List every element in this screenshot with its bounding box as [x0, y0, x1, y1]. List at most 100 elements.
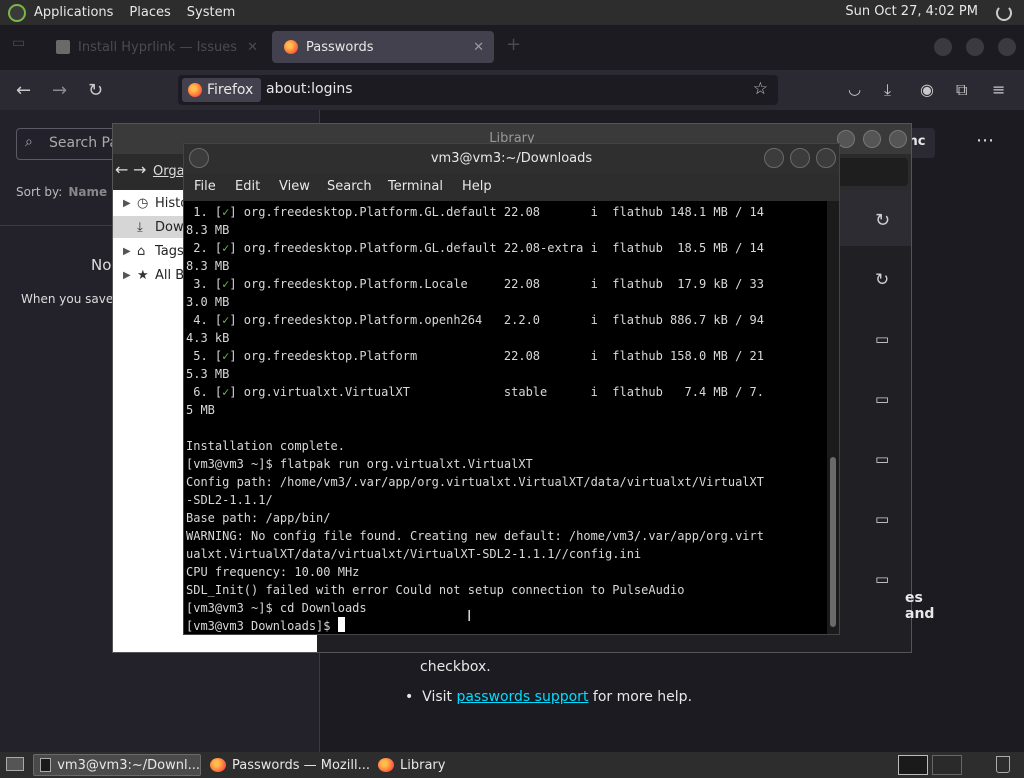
workspace-1[interactable] [898, 755, 928, 775]
forward-icon[interactable]: → [52, 80, 67, 101]
reload-icon[interactable]: ↻ [88, 80, 103, 101]
url-bar[interactable]: Firefox about:logins ☆ [178, 75, 778, 105]
task-terminal[interactable]: vm3@vm3:~/Downl... [33, 754, 201, 776]
list-tabs-icon[interactable]: ▭ [12, 35, 25, 51]
identity-label: Firefox [207, 82, 254, 98]
menu-places[interactable]: Places [121, 5, 178, 20]
folder-icon[interactable]: ▭ [875, 570, 889, 588]
terminal-line: 6. [✓] org.virtualxt.VirtualXT stable i … [186, 383, 826, 401]
close-tab-icon[interactable]: ✕ [473, 40, 484, 55]
menu-system[interactable]: System [179, 5, 243, 20]
bullet: • [405, 689, 423, 705]
visit-suffix: for more help. [588, 689, 693, 705]
folder-icon[interactable]: ▭ [875, 330, 889, 348]
passwords-support-link[interactable]: passwords support [456, 689, 588, 705]
retry-icon[interactable]: ↻ [875, 270, 889, 290]
folder-icon[interactable]: ▭ [875, 510, 889, 528]
terminal-line: 5 MB [186, 401, 826, 419]
github-icon [56, 40, 70, 54]
clock[interactable]: Sun Oct 27, 4:02 PM [845, 4, 978, 19]
menu-file[interactable]: File [194, 179, 216, 194]
menu-search[interactable]: Search [327, 179, 372, 194]
identity-box[interactable]: Firefox [182, 78, 262, 102]
distro-logo-icon[interactable] [8, 3, 26, 22]
downloads-icon[interactable]: ⤓ [884, 80, 891, 100]
terminal-line: -SDL2-1.1.1/ [186, 491, 826, 509]
tab-passwords[interactable]: Passwords ✕ [272, 31, 494, 63]
terminal-cursor [337, 617, 345, 632]
back-icon[interactable]: ← [16, 80, 31, 101]
close-window-button[interactable] [998, 38, 1016, 56]
menu-edit[interactable]: Edit [235, 179, 260, 194]
terminal-line: 8.3 MB [186, 257, 826, 275]
show-desktop-icon[interactable] [6, 757, 24, 771]
terminal-line: [vm3@vm3 ~]$ flatpak run org.virtualxt.V… [186, 455, 826, 473]
line-text: 5 MB [186, 403, 215, 417]
sort-value: Name ( [68, 185, 117, 199]
terminal-window-menu-button[interactable] [189, 148, 209, 168]
terminal-output[interactable]: 1. [✓] org.freedesktop.Platform.GL.defau… [184, 201, 827, 634]
menu-terminal[interactable]: Terminal [388, 179, 443, 194]
tree-label: All B [155, 267, 185, 283]
terminal-scroll-thumb[interactable] [830, 457, 836, 627]
app-menu-icon[interactable]: ≡ [992, 80, 1005, 99]
workspace-2[interactable] [932, 755, 962, 775]
organize-menu[interactable]: Orga [153, 164, 185, 179]
tab-install-hyprlink[interactable]: Install Hyprlink — Issues ✕ [44, 31, 268, 63]
maximize-button[interactable] [966, 38, 984, 56]
visit-prefix: Visit [422, 689, 457, 705]
account-icon[interactable]: ◉ [920, 80, 934, 99]
line-text: ] org.freedesktop.Platform.openh264 2.2.… [229, 313, 764, 327]
folder-icon[interactable]: ▭ [875, 390, 889, 408]
terminal-line: Config path: /home/vm3/.var/app/org.virt… [186, 473, 826, 491]
terminal-minimize-button[interactable] [764, 148, 784, 168]
sort-by[interactable]: Sort by: Name ( [16, 185, 117, 199]
power-icon[interactable] [996, 5, 1012, 21]
task-library[interactable]: Library [372, 754, 492, 776]
url-text[interactable]: about:logins [266, 81, 353, 97]
terminal-line: 4.3 kB [186, 329, 826, 347]
terminal-line: [vm3@vm3 ~]$ cd Downloads [186, 599, 826, 617]
expand-arrow-icon[interactable]: ▶ [123, 246, 137, 257]
menu-view[interactable]: View [279, 179, 310, 194]
new-tab-icon[interactable]: + [506, 34, 521, 55]
extensions-icon[interactable]: ⧉ [956, 80, 967, 100]
checkbox-text: checkbox. [420, 659, 491, 675]
tree-item-all-bookmarks[interactable]: ▶ ★ All B [123, 264, 184, 286]
line-text: 4.3 kB [186, 331, 230, 345]
retry-icon[interactable]: ↻ [875, 210, 890, 231]
library-maximize-button[interactable] [863, 130, 881, 148]
line-text: 8.3 MB [186, 223, 230, 237]
more-options-icon[interactable]: ⋯ [976, 130, 994, 151]
terminal-maximize-button[interactable] [790, 148, 810, 168]
terminal-icon [40, 758, 52, 772]
bookmark-star-icon[interactable]: ☆ [753, 79, 768, 99]
tree-item-history[interactable]: ▶ ◷ Histo [123, 192, 188, 214]
tree-item-tags[interactable]: ▶ ⌂ Tags [123, 240, 184, 262]
library-back-icon[interactable]: ← [115, 160, 128, 179]
terminal-close-button[interactable] [816, 148, 836, 168]
task-firefox[interactable]: Passwords — Mozill... [204, 754, 372, 776]
terminal-scrollbar[interactable] [827, 201, 839, 634]
menu-help[interactable]: Help [462, 179, 492, 194]
terminal-line: ualxt.VirtualXT/data/virtualxt/VirtualXT… [186, 545, 826, 563]
expand-arrow-icon[interactable]: ▶ [123, 270, 137, 281]
terminal-titlebar[interactable]: vm3@vm3:~/Downloads [184, 144, 839, 173]
library-forward-icon[interactable]: → [133, 160, 146, 179]
pocket-icon[interactable]: ◡ [848, 80, 861, 98]
menu-applications[interactable]: Applications [26, 5, 121, 20]
line-text: 1. [ [186, 205, 223, 219]
folder-icon[interactable]: ▭ [875, 450, 889, 468]
terminal-menubar: File Edit View Search Terminal Help [184, 173, 839, 201]
firefox-navbar: ← → ↻ Firefox about:logins ☆ ◡ ⤓ ◉ ⧉ ≡ [0, 70, 1024, 110]
close-tab-icon[interactable]: ✕ [247, 40, 258, 55]
tab-label: Passwords [306, 39, 374, 55]
trash-icon[interactable] [996, 756, 1010, 773]
minimize-button[interactable] [934, 38, 952, 56]
terminal-line: Base path: /app/bin/ [186, 509, 826, 527]
library-close-button[interactable] [889, 130, 907, 148]
terminal-title: vm3@vm3:~/Downloads [430, 151, 593, 166]
terminal-prompt-line[interactable]: [vm3@vm3 Downloads]$ [186, 617, 826, 634]
expand-arrow-icon[interactable]: ▶ [123, 198, 137, 209]
